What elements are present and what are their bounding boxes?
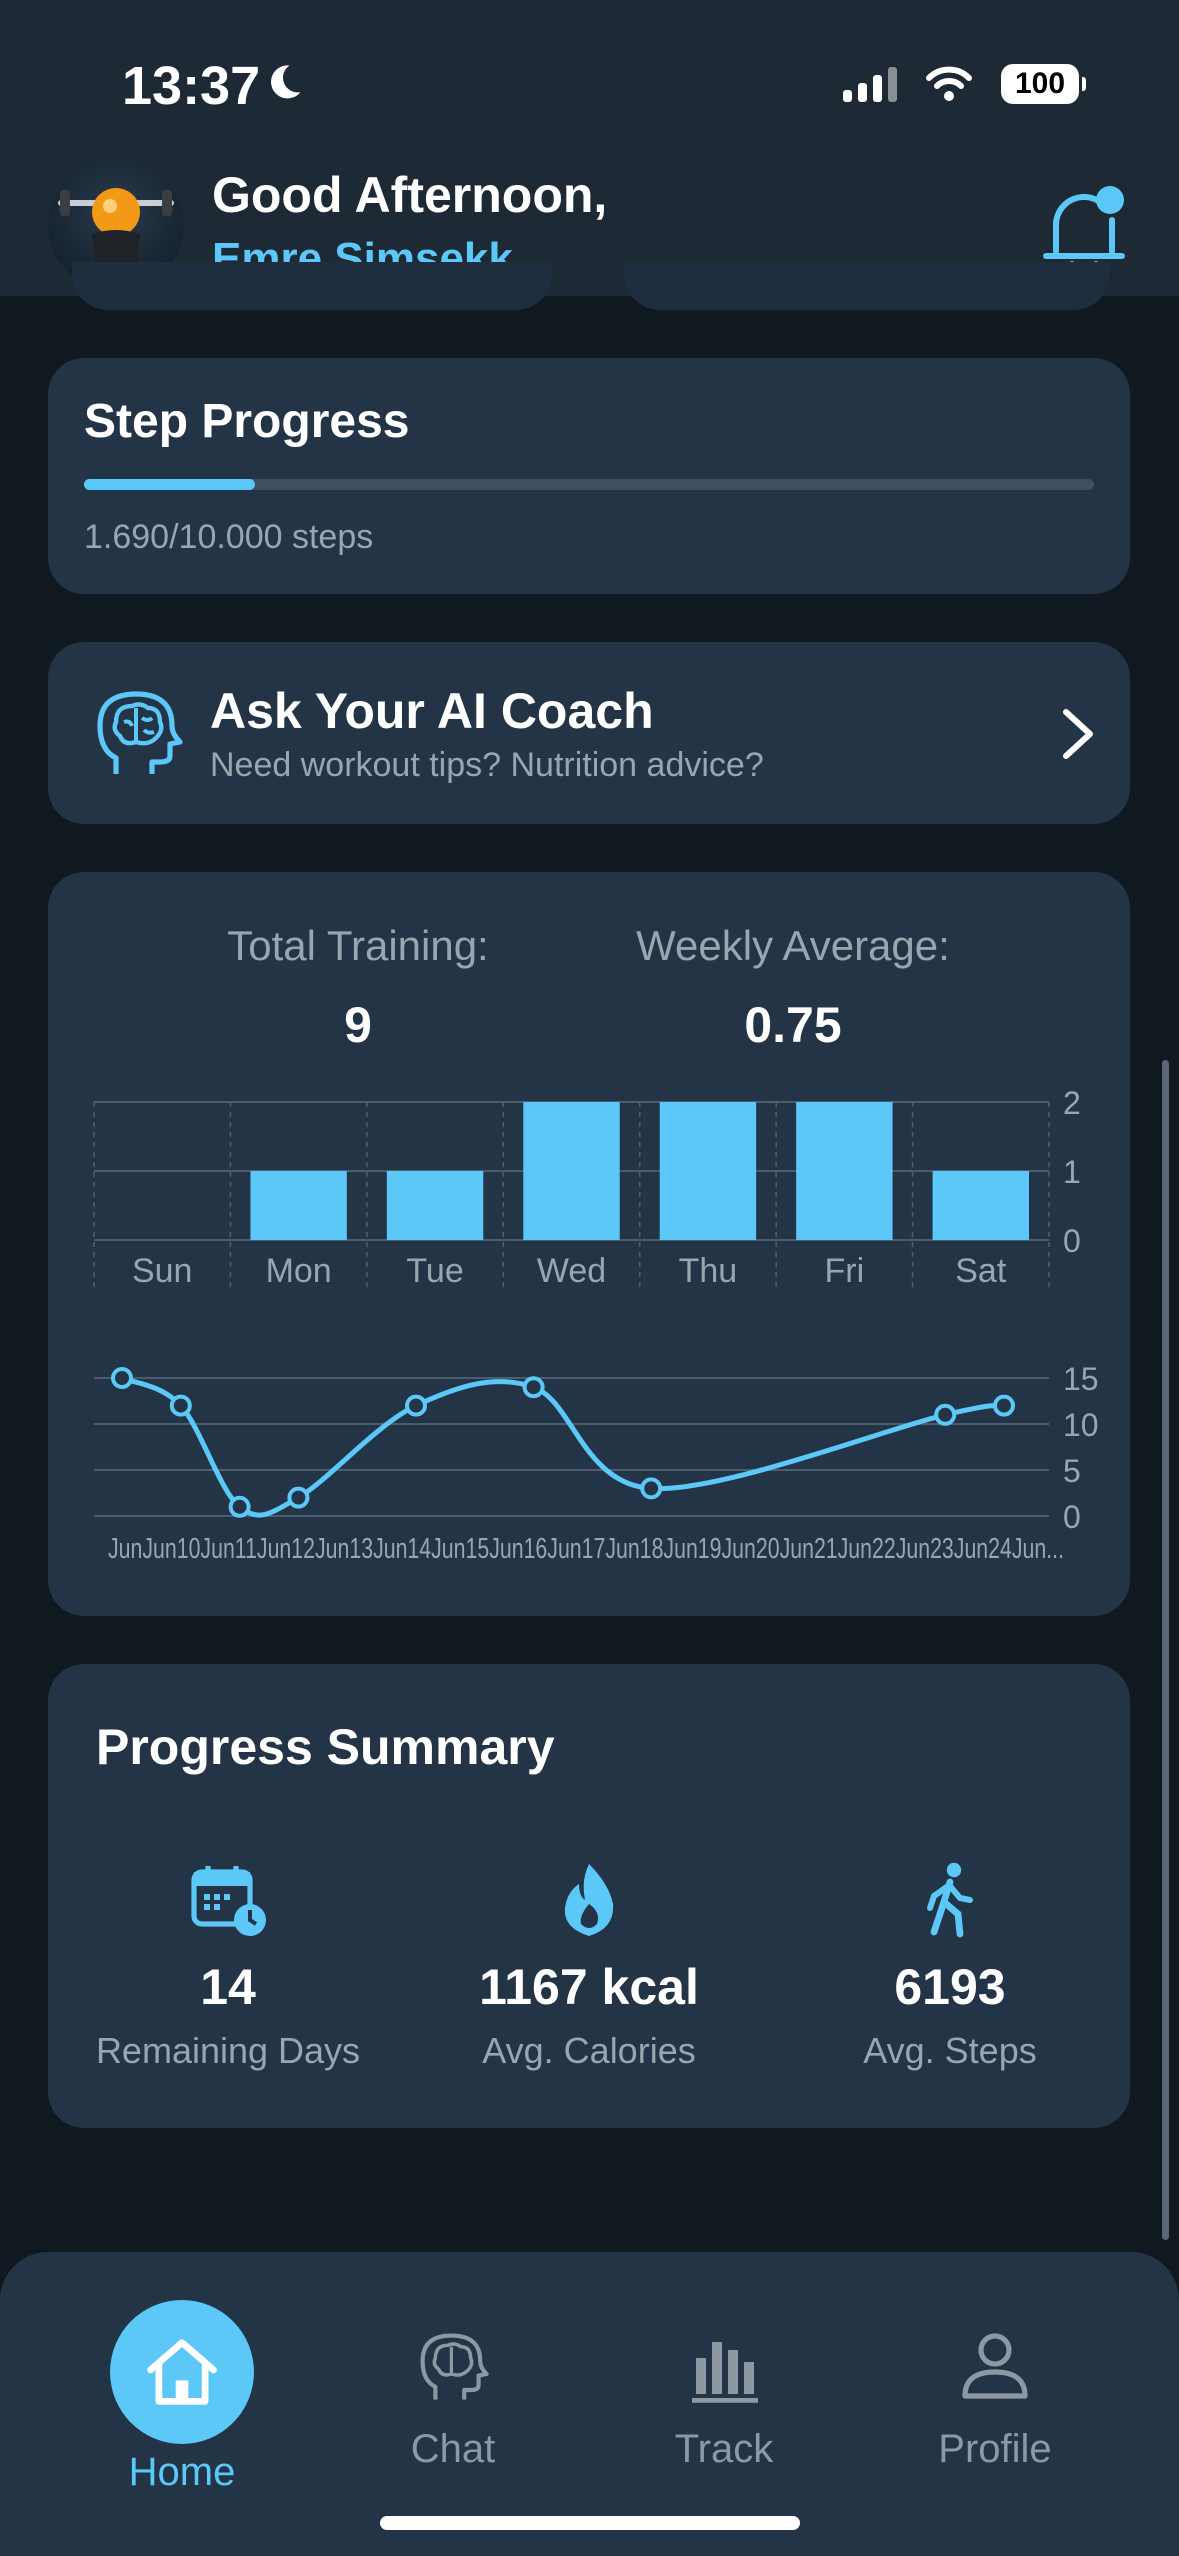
app-header: 13:37 100 Good Afternoon, Emre Simsekk xyxy=(0,0,1179,296)
line-y-tick: 15 xyxy=(1063,1361,1099,1397)
home-indicator xyxy=(380,2516,800,2530)
progress-summary-title: Progress Summary xyxy=(96,1719,555,1775)
training-bar xyxy=(523,1102,620,1240)
ai-coach-title: Ask Your AI Coach xyxy=(210,683,654,739)
bar-x-label: Wed xyxy=(537,1252,606,1290)
scrolled-card-left xyxy=(72,262,552,310)
remaining-days-stat: 14 Remaining Days xyxy=(48,1860,408,2072)
scrollbar[interactable] xyxy=(1162,1060,1169,2240)
bar-x-label: Fri xyxy=(825,1252,865,1290)
remaining-days-label: Remaining Days xyxy=(95,2030,361,2071)
line-point xyxy=(934,1403,957,1426)
avg-steps-stat: 6193 Avg. Steps xyxy=(770,1860,1130,2072)
training-bar xyxy=(659,1102,757,1240)
bar-x-label: Sun xyxy=(132,1252,193,1290)
flame-icon xyxy=(564,1864,614,1936)
line-y-tick: 10 xyxy=(1063,1407,1099,1443)
brain-head-icon xyxy=(97,691,183,774)
tab-chat[interactable]: Chat xyxy=(333,2324,573,2472)
wifi-icon xyxy=(926,66,972,101)
bar-x-label: Thu xyxy=(679,1252,738,1290)
bar-y-tick: 0 xyxy=(1063,1223,1081,1259)
calendar-clock-icon xyxy=(191,1866,266,1936)
line-x-tick-labels: JunJun10Jun11Jun12Jun13Jun14Jun15Jun16Ju… xyxy=(108,1533,1064,1565)
training-bar xyxy=(250,1171,347,1240)
training-bar xyxy=(796,1102,893,1240)
line-point xyxy=(228,1495,251,1518)
tab-track-label: Track xyxy=(674,2427,774,2471)
avg-calories-stat: 1167 kcal Avg. Calories xyxy=(409,1860,769,2072)
avg-steps-label: Avg. Steps xyxy=(863,2030,1037,2071)
line-y-tick: 0 xyxy=(1063,1499,1081,1535)
tab-profile-label: Profile xyxy=(938,2427,1052,2471)
step-progress-bar xyxy=(84,479,1094,490)
chevron-right-icon xyxy=(1063,709,1093,759)
step-progress-fill xyxy=(84,479,255,490)
line-point xyxy=(287,1486,310,1509)
bar-chart-icon xyxy=(692,2342,758,2403)
ai-coach-subtitle: Need workout tips? Nutrition advice? xyxy=(210,746,764,784)
bar-x-label: Mon xyxy=(266,1252,332,1290)
tab-home[interactable] xyxy=(110,2300,254,2444)
line-point xyxy=(640,1477,663,1500)
avg-calories-label: Avg. Calories xyxy=(482,2030,696,2071)
brain-icon xyxy=(420,2333,489,2400)
battery-indicator: 100 xyxy=(1001,64,1086,104)
home-icon xyxy=(147,2339,217,2405)
line-point xyxy=(169,1394,192,1417)
moon-icon xyxy=(271,65,301,99)
scrolled-card-right xyxy=(624,262,1110,310)
training-line xyxy=(120,1375,1005,1518)
training-chart-card: Total Training: 9 Weekly Average: 0.75 0… xyxy=(48,872,1130,1616)
line-point xyxy=(111,1367,133,1389)
bar-y-tick: 2 xyxy=(1063,1085,1081,1121)
progress-summary-card: Progress Summary 14 Remaining Days 1167 … xyxy=(48,1664,1130,2128)
bottom-tab-bar: Home Chat Track Profile xyxy=(0,2252,1179,2556)
cellular-signal-icon xyxy=(843,66,897,102)
status-time: 13:37 xyxy=(122,56,261,116)
ai-coach-card[interactable]: Ask Your AI Coach Need workout tips? Nut… xyxy=(48,642,1130,824)
step-progress-text: 1.690/10.000 steps xyxy=(84,518,374,556)
bar-x-label: Sat xyxy=(955,1252,1007,1290)
greeting-text: Good Afternoon, xyxy=(212,167,608,223)
step-progress-title: Step Progress xyxy=(84,395,410,448)
bar-x-label: Tue xyxy=(406,1252,463,1290)
weekly-training-bar-chart: 0 1 2 Sun Mon Tue Wed Thu Fri Sat 0 5 10 15 JunJun10Ju… xyxy=(93,1085,1099,1565)
line-y-tick: 5 xyxy=(1063,1453,1081,1489)
person-icon xyxy=(962,2333,1028,2399)
bar-y-tick: 1 xyxy=(1063,1154,1081,1190)
line-point xyxy=(522,1376,545,1399)
tab-chat-label: Chat xyxy=(410,2427,496,2471)
training-bar xyxy=(932,1171,1029,1240)
avg-steps-value: 6193 xyxy=(894,1959,1006,2015)
training-bar xyxy=(386,1171,484,1240)
remaining-days-value: 14 xyxy=(200,1959,256,2015)
walking-icon xyxy=(927,1862,973,1938)
line-point xyxy=(405,1394,427,1417)
step-progress-card: Step Progress 1.690/10.000 steps xyxy=(48,358,1130,594)
avg-calories-value: 1167 kcal xyxy=(479,1959,699,2015)
tab-profile[interactable]: Profile xyxy=(875,2324,1115,2472)
tab-home-label: Home xyxy=(128,2450,236,2494)
tab-track[interactable]: Track xyxy=(604,2324,844,2472)
status-icons: 100 xyxy=(843,62,1086,106)
line-point xyxy=(993,1394,1015,1417)
